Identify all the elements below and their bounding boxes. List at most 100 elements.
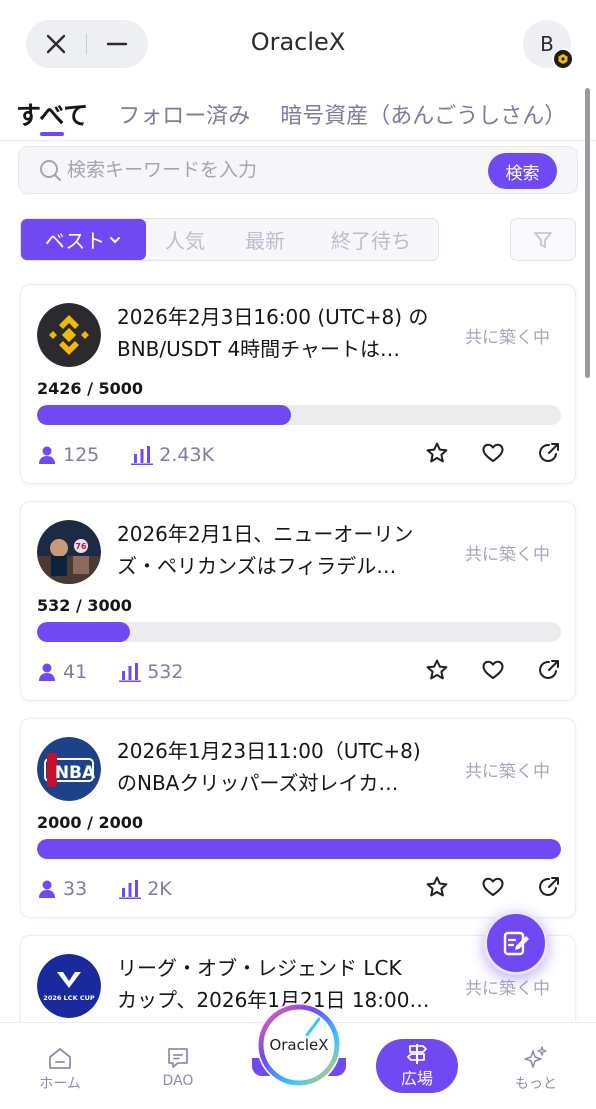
nav-home[interactable]: ホーム xyxy=(20,1045,100,1093)
hub-label: OracleX xyxy=(269,1036,329,1054)
filter-best[interactable]: ベスト xyxy=(21,219,146,260)
nba-logo: NBA xyxy=(37,737,101,801)
close-button[interactable] xyxy=(26,20,86,68)
svg-text:NBA: NBA xyxy=(55,763,96,783)
user-icon xyxy=(39,663,55,681)
share-icon xyxy=(539,660,559,679)
star-icon xyxy=(426,442,448,463)
bar-chart-icon xyxy=(131,446,154,465)
volume-count: 2K xyxy=(147,878,172,900)
favorite-button[interactable] xyxy=(425,441,449,465)
card-stats: 125 2.43K xyxy=(37,443,246,467)
header: OracleX B xyxy=(0,0,596,88)
edit-note-icon xyxy=(503,931,529,956)
like-button[interactable] xyxy=(481,658,505,682)
card-title-line1: リーグ・オブ・レジェンド LCK xyxy=(117,956,402,980)
sort-filter-group: ベスト 人気 最新 終了待ち xyxy=(20,218,439,261)
filter-button[interactable] xyxy=(510,218,576,261)
card-title[interactable]: 2026年2月3日16:00 (UTC+8) の BNB/USDT 4時間チャー… xyxy=(117,301,457,365)
category-tabs: すべて フォロー済み 暗号資産（あんごうしさん） xyxy=(16,96,596,140)
search-bar: 検索 xyxy=(18,146,578,194)
chat-icon xyxy=(168,1048,188,1068)
favorite-button[interactable] xyxy=(425,875,449,899)
basketball-match-logo: 76 xyxy=(37,520,101,584)
progress-bar xyxy=(37,839,561,859)
market-card[interactable]: 76 2026年2月1日、ニューオーリン ズ・ペリカンズはフィラデル… 共に築く… xyxy=(20,501,576,701)
window-controls xyxy=(26,20,148,68)
share-button[interactable] xyxy=(537,441,561,465)
participant-count: 41 xyxy=(63,661,88,683)
volume-count: 2.43K xyxy=(159,444,215,466)
nav-more-label: もっと xyxy=(515,1076,557,1092)
minimize-icon xyxy=(106,42,128,46)
tab-following[interactable]: フォロー済み xyxy=(118,96,250,130)
card-title-line1: 2026年2月3日16:00 (UTC+8) の xyxy=(117,305,429,329)
user-icon xyxy=(39,446,55,464)
user-icon xyxy=(39,880,55,898)
filter-popular[interactable]: 人気 xyxy=(146,219,224,260)
bar-chart-icon xyxy=(119,880,142,899)
card-title-line1: 2026年1月23日11:00（UTC+8) xyxy=(117,739,421,763)
like-button[interactable] xyxy=(481,441,505,465)
avatar-initial: B xyxy=(540,32,554,56)
participation-count: 2426 / 5000 xyxy=(37,379,144,398)
wallet-badge-icon xyxy=(552,48,574,70)
tab-all[interactable]: すべて xyxy=(16,96,88,136)
signpost-icon xyxy=(407,1044,427,1064)
filter-pending-end[interactable]: 終了待ち xyxy=(306,219,436,260)
tabs-divider xyxy=(0,140,596,141)
heart-icon xyxy=(482,877,504,896)
filter-latest[interactable]: 最新 xyxy=(224,219,306,260)
nav-dao[interactable]: DAO xyxy=(138,1045,218,1089)
share-button[interactable] xyxy=(537,875,561,899)
search-input[interactable] xyxy=(67,147,467,193)
participation-count: 532 / 3000 xyxy=(37,596,132,615)
progress-bar xyxy=(37,405,561,425)
search-button[interactable]: 検索 xyxy=(488,153,557,189)
nav-home-label: ホーム xyxy=(39,1076,81,1092)
favorite-button[interactable] xyxy=(425,658,449,682)
volume-count: 532 xyxy=(147,661,184,683)
share-button[interactable] xyxy=(537,658,561,682)
nav-more[interactable]: もっと xyxy=(496,1045,576,1093)
progress-fill xyxy=(37,622,130,642)
sparkle-icon xyxy=(524,1046,547,1068)
like-button[interactable] xyxy=(481,875,505,899)
card-title-line1: 2026年2月1日、ニューオーリン xyxy=(117,522,414,546)
create-post-button[interactable] xyxy=(484,911,548,975)
scrollbar[interactable] xyxy=(585,88,590,378)
bar-chart-icon xyxy=(119,663,142,682)
bnb-logo xyxy=(37,303,101,367)
share-icon xyxy=(539,877,559,896)
progress-bar xyxy=(37,622,561,642)
participant-count: 33 xyxy=(63,878,88,900)
card-title[interactable]: 2026年2月1日、ニューオーリン ズ・ペリカンズはフィラデル… xyxy=(117,518,457,582)
card-title[interactable]: 2026年1月23日11:00（UTC+8) のNBAクリッパーズ対レイカ… xyxy=(117,735,457,799)
card-actions xyxy=(393,875,561,899)
lck-cup-caption: 2026 LCK CUP xyxy=(43,994,95,1002)
lck-cup-logo: 2026 LCK CUP xyxy=(37,954,101,1018)
card-stats: 33 2K xyxy=(37,877,204,901)
market-card[interactable]: NBA 2026年1月23日11:00（UTC+8) のNBAクリッパーズ対レイ… xyxy=(20,718,576,918)
nav-plaza[interactable]: 広場 xyxy=(376,1039,458,1093)
chevron-down-icon xyxy=(110,236,121,243)
filter-best-label: ベスト xyxy=(44,229,106,253)
star-icon xyxy=(426,876,448,897)
svg-text:76: 76 xyxy=(75,542,87,551)
funnel-icon xyxy=(534,231,552,248)
heart-icon xyxy=(482,660,504,679)
card-title-line2: ズ・ペリカンズはフィラデル… xyxy=(117,554,397,578)
oraclex-logo: OracleX xyxy=(257,1003,341,1087)
oraclex-hub-button[interactable]: OracleX xyxy=(240,1000,358,1090)
market-card[interactable]: 2026年2月3日16:00 (UTC+8) の BNB/USDT 4時間チャー… xyxy=(20,284,576,484)
card-title-line2: のNBAクリッパーズ対レイカ… xyxy=(117,771,399,795)
minimize-button[interactable] xyxy=(87,20,147,68)
card-title-line2: BNB/USDT 4時間チャートは… xyxy=(117,337,400,361)
nav-plaza-label: 広場 xyxy=(400,1069,433,1088)
tab-crypto[interactable]: 暗号資産（あんごうしさん） xyxy=(280,96,566,130)
status-badge: 共に築く中 xyxy=(465,328,550,348)
card-actions xyxy=(393,658,561,682)
card-actions xyxy=(393,441,561,465)
close-icon xyxy=(46,34,66,54)
search-icon xyxy=(40,160,61,181)
